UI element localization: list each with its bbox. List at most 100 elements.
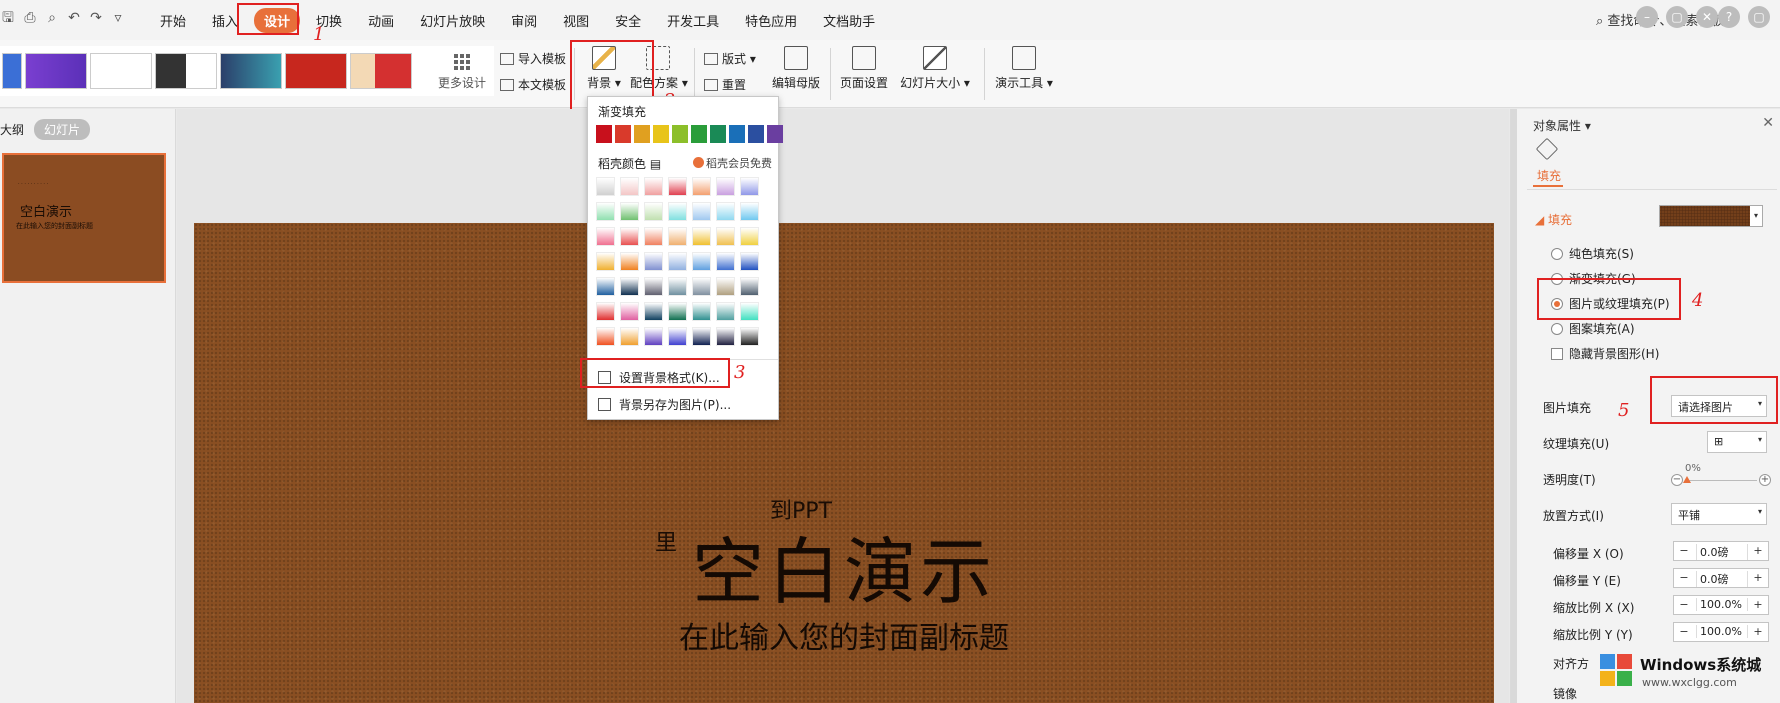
template-thumb[interactable] — [2, 53, 22, 89]
template-thumb[interactable] — [90, 53, 152, 89]
close-window-icon[interactable]: ✕ — [1696, 6, 1718, 28]
gradient-swatch[interactable] — [620, 227, 639, 246]
gradient-swatch[interactable] — [596, 177, 615, 196]
minus-icon[interactable]: − — [1674, 623, 1694, 641]
gradient-swatch[interactable] — [740, 202, 759, 221]
pattern-fill-option[interactable]: 图案填充(A) — [1551, 320, 1635, 337]
scale-x-stepper[interactable]: −100.0% + — [1673, 595, 1769, 615]
offset-x-stepper[interactable]: −0.0磅 + — [1673, 541, 1769, 561]
reset-button[interactable]: 重置 — [704, 76, 746, 93]
gradient-swatch[interactable] — [716, 302, 735, 321]
gradient-swatch[interactable] — [740, 252, 759, 271]
color-swatch[interactable] — [767, 125, 783, 143]
color-swatch[interactable] — [748, 125, 764, 143]
gradient-swatch[interactable] — [740, 177, 759, 196]
gradient-swatch[interactable] — [692, 302, 711, 321]
slide-size-button[interactable]: 幻灯片大小 ▾ — [898, 46, 972, 91]
gradient-swatch[interactable] — [596, 277, 615, 296]
minus-icon[interactable]: − — [1674, 569, 1694, 587]
menu-security[interactable]: 安全 — [605, 8, 651, 33]
gradient-swatch[interactable] — [644, 302, 663, 321]
slide-subtitle[interactable]: 在此输入您的封面副标题 — [194, 613, 1494, 657]
gradient-swatch[interactable] — [644, 277, 663, 296]
panel-title[interactable]: 对象属性 ▾ — [1533, 117, 1591, 134]
gradient-swatch[interactable] — [596, 227, 615, 246]
page-setup-button[interactable]: 页面设置 — [838, 46, 890, 91]
plus-icon[interactable]: + — [1748, 542, 1768, 560]
gradient-swatch[interactable] — [644, 227, 663, 246]
fill-preview-dropdown[interactable]: ▾ — [1659, 205, 1763, 227]
gradient-swatch[interactable] — [692, 277, 711, 296]
gradient-swatch[interactable] — [644, 202, 663, 221]
gradient-swatch[interactable] — [596, 252, 615, 271]
fill-section-header[interactable]: ◢ 填充 — [1535, 211, 1572, 228]
menu-view[interactable]: 视图 — [553, 8, 599, 33]
help-icon[interactable]: ? — [1718, 6, 1740, 28]
minus-icon[interactable]: − — [1674, 596, 1694, 614]
template-thumb[interactable] — [220, 53, 282, 89]
save-icon[interactable]: 🖫 — [0, 10, 16, 26]
gradient-swatch[interactable] — [740, 302, 759, 321]
transparency-slider[interactable]: − 0% + — [1671, 463, 1771, 487]
plus-icon[interactable]: + — [1748, 623, 1768, 641]
undo-icon[interactable]: ↶ — [66, 10, 82, 26]
gradient-swatch[interactable] — [668, 202, 687, 221]
restore-icon[interactable]: ▢ — [1666, 6, 1688, 28]
menu-doc-assistant[interactable]: 文档助手 — [813, 8, 885, 33]
minus-icon[interactable]: − — [1674, 542, 1694, 560]
layout-button[interactable]: 版式 ▾ — [704, 50, 756, 67]
gradient-swatch[interactable] — [716, 252, 735, 271]
gradient-swatch[interactable] — [692, 202, 711, 221]
customize-dropdown-icon[interactable]: ▿ — [110, 10, 126, 26]
gradient-swatch[interactable] — [716, 177, 735, 196]
minimize-icon[interactable]: – — [1636, 6, 1658, 28]
slide[interactable]: 到PPT 里 空白演示 在此输入您的封面副标题 — [194, 223, 1494, 703]
gradient-swatch[interactable] — [716, 277, 735, 296]
gradient-swatch[interactable] — [620, 277, 639, 296]
gradient-swatch[interactable] — [716, 202, 735, 221]
menu-developer[interactable]: 开发工具 — [657, 8, 729, 33]
print-preview-icon[interactable]: ⌕ — [44, 10, 60, 26]
offset-y-stepper[interactable]: −0.0磅 + — [1673, 568, 1769, 588]
gradient-swatch[interactable] — [668, 302, 687, 321]
gradient-swatch[interactable] — [644, 177, 663, 196]
placement-select[interactable]: 平铺 ▾ — [1671, 503, 1767, 525]
gradient-swatch[interactable] — [596, 202, 615, 221]
gradient-swatch[interactable] — [620, 252, 639, 271]
menu-review[interactable]: 审阅 — [501, 8, 547, 33]
plus-icon[interactable]: + — [1748, 569, 1768, 587]
tab-slides[interactable]: 幻灯片 — [34, 119, 91, 140]
gradient-swatch[interactable] — [740, 327, 759, 346]
gradient-swatch[interactable] — [692, 177, 711, 196]
gradient-swatch[interactable] — [740, 227, 759, 246]
gradient-swatch[interactable] — [668, 227, 687, 246]
this-text-template-button[interactable]: 本文模板 — [500, 76, 566, 93]
color-swatch[interactable] — [634, 125, 650, 143]
minus-icon[interactable]: − — [1671, 474, 1683, 486]
save-background-as-picture-item[interactable]: 背景另存为图片(P)... — [598, 396, 731, 413]
print-icon[interactable]: ⎙ — [22, 10, 38, 26]
edit-master-button[interactable]: 编辑母版 — [770, 46, 822, 91]
gradient-swatch[interactable] — [692, 252, 711, 271]
color-swatch[interactable] — [691, 125, 707, 143]
fill-bucket-icon[interactable] — [1535, 137, 1559, 161]
color-swatch[interactable] — [672, 125, 688, 143]
panel-scrollbar[interactable] — [1511, 109, 1517, 703]
gradient-swatch[interactable] — [644, 252, 663, 271]
template-thumb[interactable] — [350, 53, 412, 89]
gradient-swatch[interactable] — [668, 327, 687, 346]
gradient-swatch[interactable] — [596, 302, 615, 321]
color-swatch[interactable] — [596, 125, 612, 143]
maximize-icon[interactable]: ▢ — [1748, 6, 1770, 28]
gradient-swatch[interactable] — [716, 327, 735, 346]
gradient-swatch[interactable] — [620, 327, 639, 346]
hide-background-graphics-checkbox[interactable]: 隐藏背景图形(H) — [1551, 345, 1659, 362]
menu-slideshow[interactable]: 幻灯片放映 — [410, 8, 495, 33]
color-swatch[interactable] — [729, 125, 745, 143]
gradient-swatch[interactable] — [620, 202, 639, 221]
redo-icon[interactable]: ↷ — [88, 10, 104, 26]
tab-outline[interactable]: 大纲 — [0, 121, 24, 138]
gradient-swatch[interactable] — [620, 302, 639, 321]
plus-icon[interactable]: + — [1748, 596, 1768, 614]
presenter-tools-button[interactable]: 演示工具 ▾ — [994, 46, 1054, 91]
